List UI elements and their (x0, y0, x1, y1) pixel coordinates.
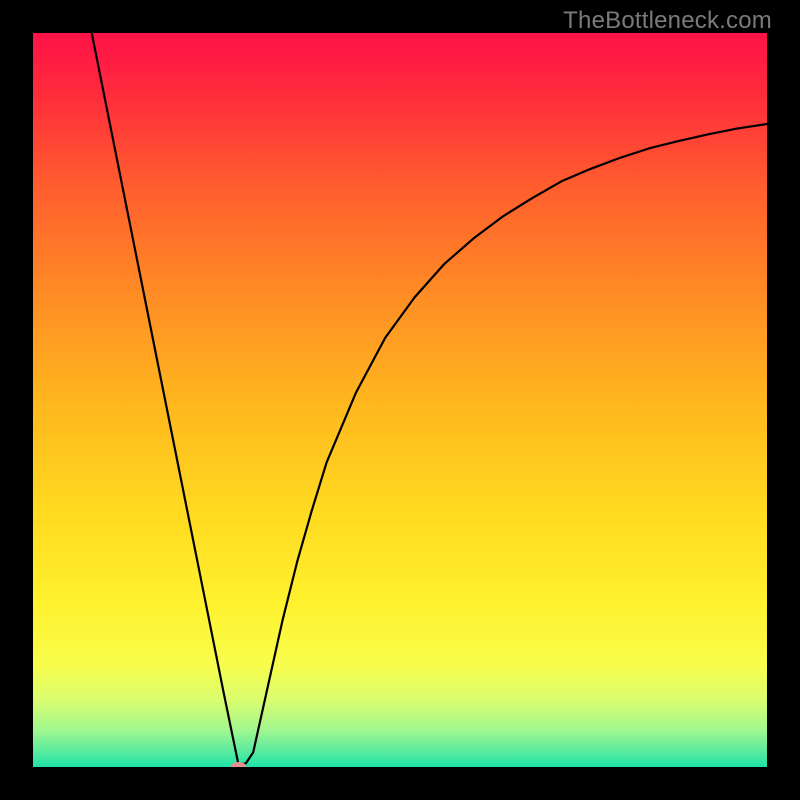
watermark-label: TheBottleneck.com (563, 7, 772, 35)
gradient-background (33, 33, 767, 767)
bottleneck-chart (33, 33, 767, 767)
chart-frame: TheBottleneck.com (0, 0, 800, 800)
plot-area (33, 33, 767, 767)
